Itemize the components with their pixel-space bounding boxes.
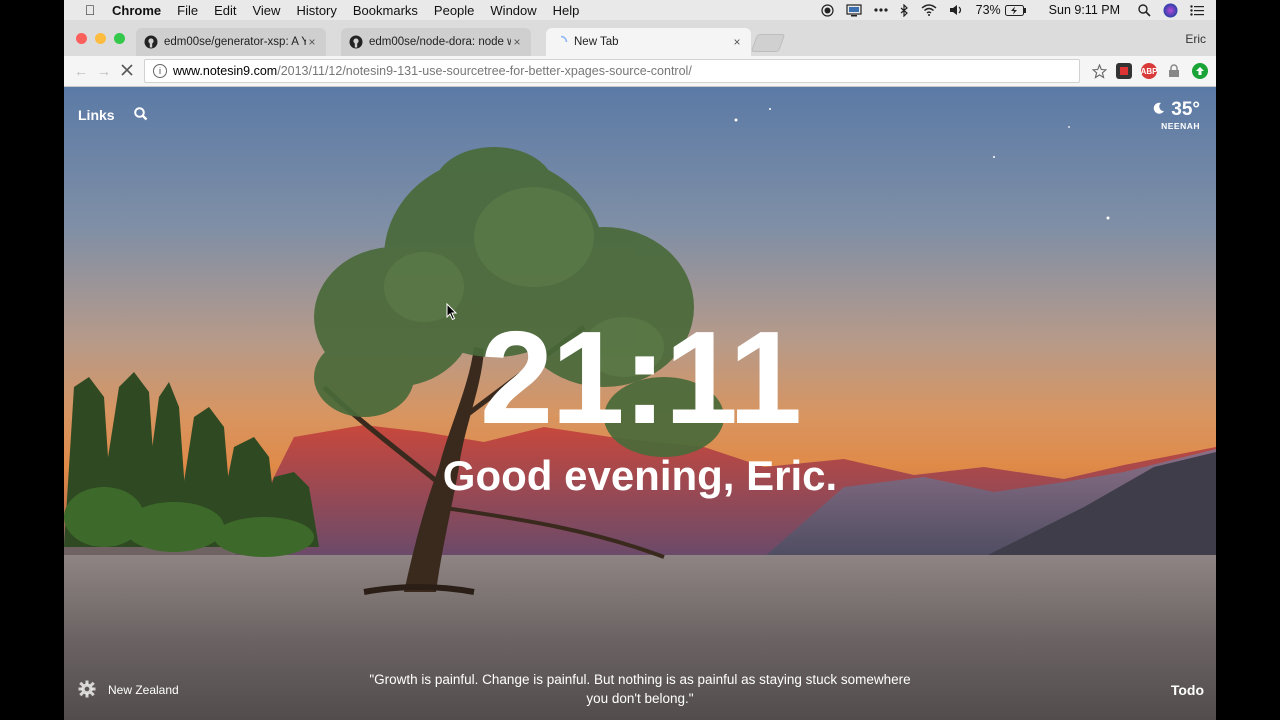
greeting: Good evening, Eric.: [442, 452, 838, 499]
quote-line-1: "Growth is painful. Change is painful. B…: [369, 672, 911, 687]
links-button[interactable]: Links: [78, 107, 115, 123]
wifi-icon[interactable]: [921, 4, 937, 16]
photo-location[interactable]: New Zealand: [108, 683, 179, 697]
weather-temperature: 35°: [1171, 99, 1200, 120]
display-icon[interactable]: [846, 3, 862, 17]
lock-extension-icon[interactable]: [1166, 63, 1182, 79]
new-tab-button[interactable]: [750, 34, 786, 52]
url-host: www.notesin9.com: [173, 64, 278, 78]
github-icon: [349, 35, 363, 49]
menu-history[interactable]: History: [296, 3, 336, 18]
screen:  Chrome File Edit View History Bookmark…: [64, 0, 1216, 720]
spotlight-search-icon[interactable]: [1138, 3, 1151, 17]
tab-title: edm00se/node-dora: node wr: [369, 36, 511, 48]
more-icon[interactable]: [874, 8, 888, 12]
menu-edit[interactable]: Edit: [214, 3, 236, 18]
address-bar[interactable]: i www.notesin9.com/2013/11/12/notesin9-1…: [144, 59, 1080, 83]
tab-node-dora[interactable]: edm00se/node-dora: node wr ×: [341, 28, 531, 56]
record-icon[interactable]: [821, 3, 834, 17]
close-window-button[interactable]: [76, 33, 87, 44]
loading-spinner-icon: [554, 35, 568, 49]
apple-menu-icon[interactable]: : [82, 2, 98, 18]
menu-view[interactable]: View: [252, 3, 280, 18]
profile-name[interactable]: Eric: [1185, 32, 1206, 46]
weather-widget[interactable]: 35° NEENAH: [1153, 99, 1200, 131]
moon-icon: [1153, 101, 1165, 119]
menubar-clock[interactable]: Sun 9:11 PM: [1049, 3, 1120, 17]
battery-charging-icon[interactable]: [1004, 4, 1027, 16]
weather-location: NEENAH: [1161, 121, 1200, 131]
quote-line-2: you don't belong.": [586, 691, 694, 706]
adblock-icon[interactable]: ABP: [1141, 63, 1157, 79]
tab-close-icon[interactable]: ×: [306, 35, 318, 49]
momentum-new-tab-page: Links 35° NEENAH 21:11 Good evening, Eri…: [64, 87, 1216, 720]
menubar-status-area: 73% Sun 9:11 PM: [821, 0, 1216, 20]
tab-close-icon[interactable]: ×: [731, 35, 743, 49]
siri-icon[interactable]: [1163, 3, 1178, 18]
settings-gear-icon[interactable]: [78, 680, 96, 703]
todo-button[interactable]: Todo: [1171, 682, 1204, 698]
battery-percent: 73%: [975, 3, 1001, 17]
back-arrow-icon[interactable]: ←: [74, 63, 88, 79]
menu-file[interactable]: File: [177, 3, 198, 18]
tab-title: edm00se/generator-xsp: A Ye: [164, 36, 306, 48]
minimize-window-button[interactable]: [95, 33, 106, 44]
menu-window[interactable]: Window: [490, 3, 536, 18]
tab-close-icon[interactable]: ×: [511, 35, 523, 49]
site-info-icon[interactable]: i: [153, 64, 167, 78]
tab-new-tab[interactable]: New Tab ×: [546, 28, 751, 56]
bluetooth-icon[interactable]: [900, 3, 909, 17]
menu-people[interactable]: People: [434, 3, 474, 18]
tab-strip: edm00se/generator-xsp: A Ye × edm00se/no…: [64, 20, 1216, 56]
clock: 21:11: [479, 304, 802, 451]
search-icon[interactable]: [134, 107, 148, 126]
maximize-window-button[interactable]: [114, 33, 125, 44]
volume-icon[interactable]: [949, 4, 964, 16]
update-arrow-icon[interactable]: [1192, 63, 1208, 79]
tab-generator-xsp[interactable]: edm00se/generator-xsp: A Ye ×: [136, 28, 326, 56]
stop-loading-icon[interactable]: [120, 61, 134, 80]
menu-help[interactable]: Help: [553, 3, 580, 18]
url-path: /2013/11/12/notesin9-131-use-sourcetree-…: [277, 64, 692, 78]
mouse-cursor-icon: [446, 302, 458, 326]
forward-arrow-icon[interactable]: →: [97, 63, 111, 79]
bookmark-star-icon[interactable]: [1091, 63, 1107, 79]
extension-icon[interactable]: [1116, 63, 1132, 79]
tab-title: New Tab: [574, 36, 619, 48]
macos-menubar:  Chrome File Edit View History Bookmark…: [64, 0, 1216, 20]
window-controls: [76, 33, 125, 44]
github-icon: [144, 35, 158, 49]
menu-bookmarks[interactable]: Bookmarks: [353, 3, 418, 18]
browser-toolbar: ← → i www.notesin9.com/2013/11/12/notesi…: [64, 56, 1216, 87]
menu-app-name[interactable]: Chrome: [112, 3, 161, 18]
notification-center-icon[interactable]: [1190, 4, 1204, 16]
quote: "Growth is painful. Change is painful. B…: [334, 670, 946, 708]
